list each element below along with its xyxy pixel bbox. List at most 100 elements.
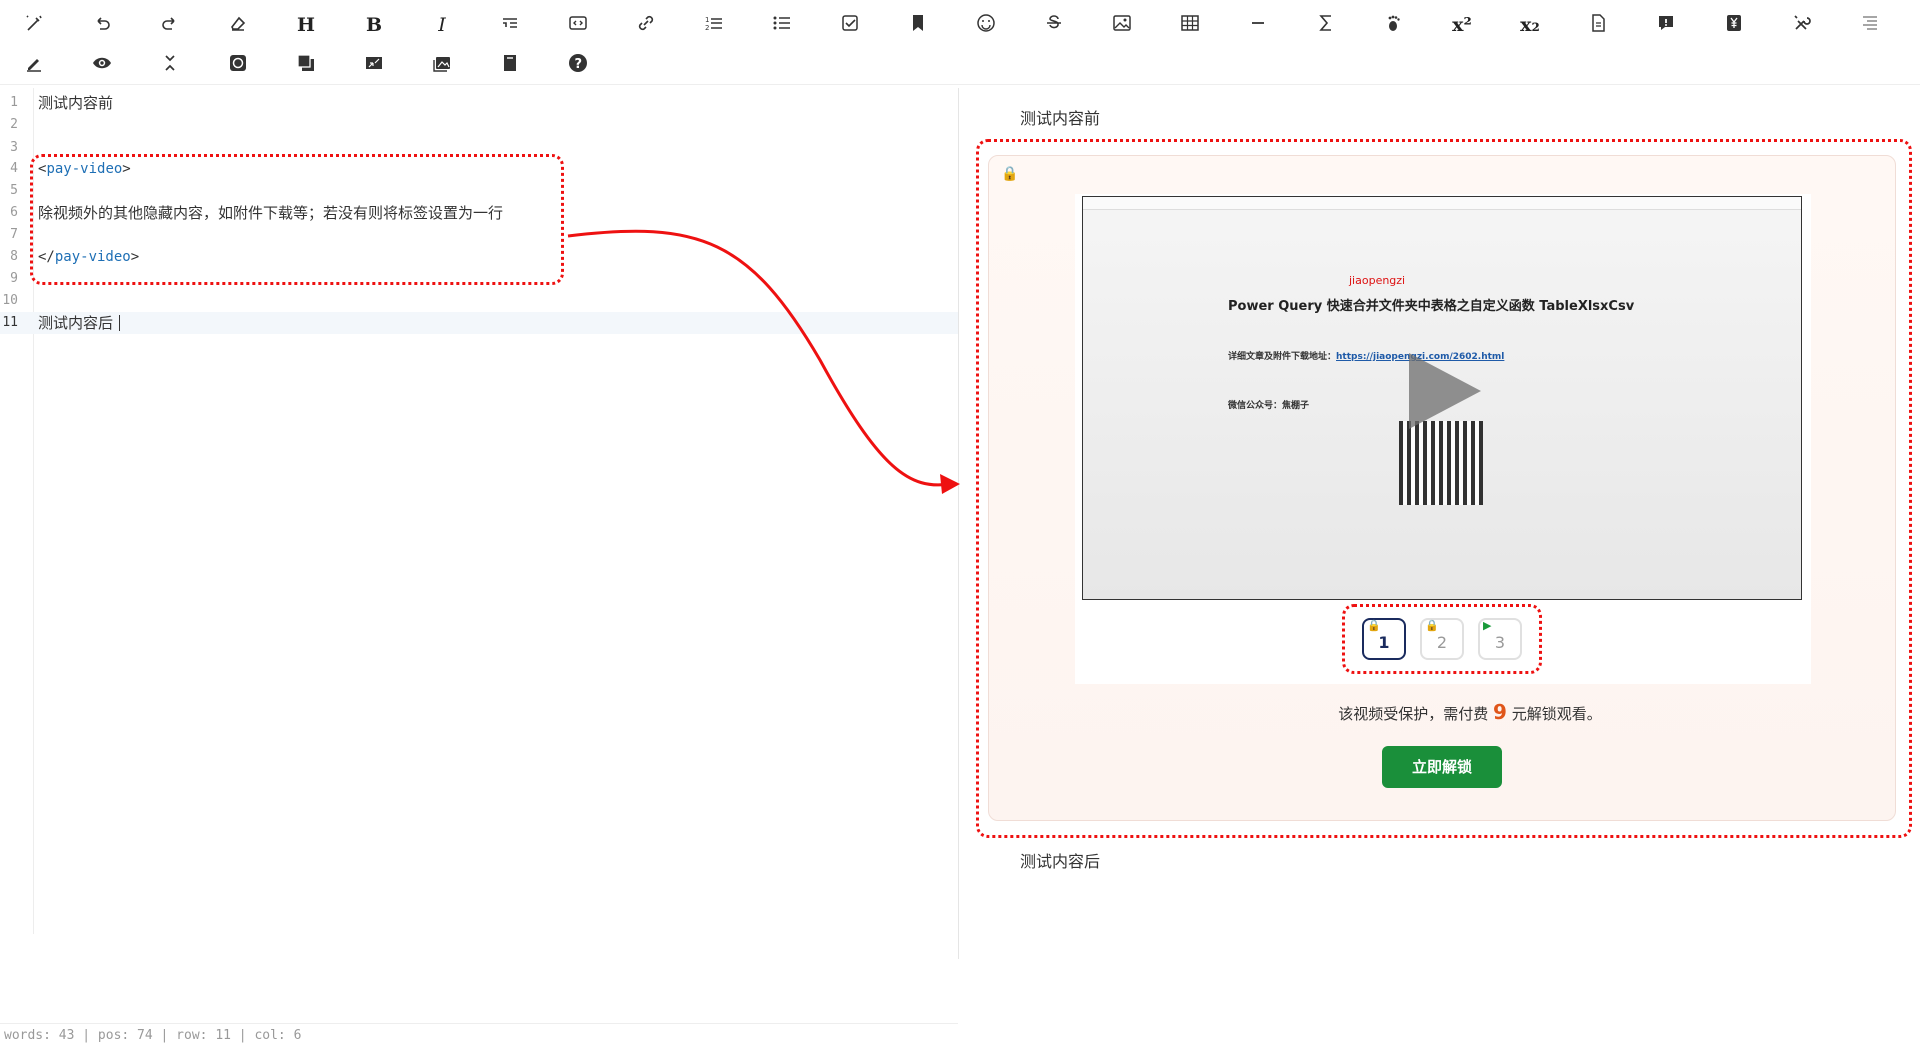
layers-button[interactable] [272,48,340,82]
emoji-button[interactable] [952,8,1020,42]
document-button[interactable] [1564,8,1632,42]
ordered-list-icon: 12 [704,13,724,37]
superscript-button[interactable]: x² [1428,8,1496,42]
quote-icon [500,13,520,37]
line-number: 2 [10,117,18,132]
editor-line[interactable]: 1 测试内容前 [0,92,958,114]
unordered-list-button[interactable] [748,8,816,42]
heading-icon: H [297,14,315,36]
collapse-button[interactable] [136,48,204,82]
footnote-icon [1384,13,1404,37]
formula-button[interactable] [1292,8,1360,42]
strikethrough-icon [1044,13,1064,37]
code-block-icon [568,13,588,37]
bookmark-button[interactable] [884,8,952,42]
refresh-button[interactable] [204,48,272,82]
horizontal-rule-icon [1248,13,1268,37]
table-icon [1180,13,1200,37]
undo-icon [92,13,112,37]
gallery-button[interactable] [408,48,476,82]
document-icon [1588,13,1608,37]
alert-icon [1656,13,1676,37]
line-number: 8 [10,249,18,264]
annotation-arrow [567,229,960,494]
line-number: 6 [10,205,18,220]
italic-icon: I [438,14,446,36]
layers-icon [296,53,316,77]
link-button[interactable] [612,8,680,42]
toolbar-row-2: ? [0,48,612,82]
eraser-icon [228,13,248,37]
preview-after-text: 测试内容后 [1020,852,1101,871]
line-number: 11 [2,315,18,330]
text-cursor [119,315,120,331]
annotation-box-episodes [1342,604,1542,674]
heading-button[interactable]: H [272,8,340,42]
eraser-button[interactable] [204,8,272,42]
bookmark-icon [908,13,928,37]
status-bar: words: 43 | pos: 74 | row: 11 | col: 6 [0,1023,958,1047]
yuan-button[interactable] [1700,8,1768,42]
italic-button[interactable]: I [408,8,476,42]
align-icon [1860,13,1880,37]
subscript-button[interactable]: x₂ [1496,8,1564,42]
emoji-icon [976,13,996,37]
superscript-icon: x² [1452,14,1472,36]
pen-button[interactable] [0,48,68,82]
bold-button[interactable]: B [340,8,408,42]
eye-icon [92,53,112,77]
collapse-icon [160,53,180,77]
editor-line[interactable]: 2 [0,114,958,136]
bookmark-book-button[interactable] [476,48,544,82]
pen-icon [24,53,44,77]
footnote-button[interactable] [1360,8,1428,42]
align-button[interactable] [1836,8,1904,42]
link-icon [636,13,656,37]
bookmark-book-icon [500,53,520,77]
line-number: 9 [10,271,18,286]
tools-icon [1792,13,1812,37]
formula-icon [1316,13,1336,37]
quote-button[interactable] [476,8,544,42]
gallery-icon [432,53,452,77]
tools-button[interactable] [1768,8,1836,42]
annotation-box-preview [976,139,1912,838]
toolbar-row-1: H B I 1 2 x² x₂ [0,8,1904,42]
yuan-icon [1724,13,1744,37]
magic-pen-icon [24,13,44,37]
strikethrough-button[interactable] [1020,8,1088,42]
eye-button[interactable] [68,48,136,82]
image-button[interactable] [1088,8,1156,42]
help-icon: ? [568,53,588,77]
shrink-icon [364,53,384,77]
svg-text:2: 2 [705,24,709,32]
bold-icon: B [365,14,383,36]
redo-icon [160,13,180,37]
line-number: 7 [10,227,18,242]
preview-before-text: 测试内容前 [1020,109,1101,128]
refresh-icon [228,53,248,77]
horizontal-rule-button[interactable] [1224,8,1292,42]
checklist-icon [840,13,860,37]
unordered-list-icon [772,13,792,37]
code-block-button[interactable] [544,8,612,42]
image-icon [1112,13,1132,37]
alert-button[interactable] [1632,8,1700,42]
undo-button[interactable] [68,8,136,42]
checklist-button[interactable] [816,8,884,42]
subscript-icon: x₂ [1520,14,1540,36]
table-button[interactable] [1156,8,1224,42]
magic-pen-button[interactable] [0,8,68,42]
svg-text:?: ? [575,57,583,72]
line-number: 3 [10,140,18,155]
svg-text:1: 1 [705,16,709,24]
ordered-list-button[interactable]: 12 [680,8,748,42]
redo-button[interactable] [136,8,204,42]
line-text: 测试内容前 [38,94,114,112]
line-text: 测试内容后 [38,314,114,332]
help-button[interactable]: ? [544,48,612,82]
shrink-button[interactable] [340,48,408,82]
line-number: 4 [10,161,18,176]
line-number: 5 [10,183,18,198]
editor-toolbar: H B I 1 2 x² x₂ ? [0,0,1920,85]
